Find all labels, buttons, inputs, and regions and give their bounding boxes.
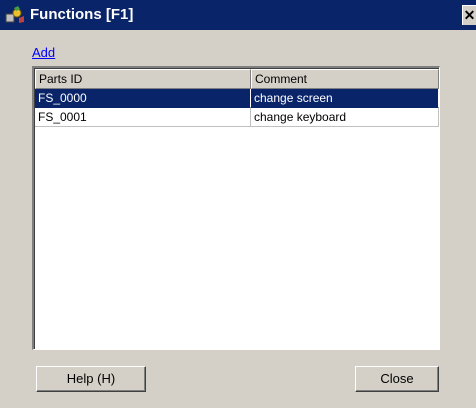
help-button[interactable]: Help (H) (36, 366, 146, 392)
functions-app-icon (4, 5, 26, 25)
table-row[interactable]: FS_0001 change keyboard (35, 108, 439, 127)
title-close-button[interactable]: ✕ (462, 5, 476, 25)
close-button[interactable]: Close (355, 366, 439, 392)
comment-cell: change keyboard (251, 108, 439, 127)
column-header-parts-id[interactable]: Parts ID (35, 69, 251, 89)
table-row[interactable]: FS_0000 change screen (35, 89, 439, 108)
add-link[interactable]: Add (32, 45, 55, 60)
functions-list[interactable]: Parts ID Comment FS_0000 change screen F… (32, 66, 440, 350)
window-title: Functions [F1] (30, 6, 134, 23)
comment-cell: change screen (251, 89, 439, 108)
column-header-comment[interactable]: Comment (251, 69, 439, 89)
parts-id-cell: FS_0001 (35, 108, 251, 127)
title-bar[interactable]: Functions [F1] ✕ (0, 0, 476, 30)
list-header: Parts ID Comment (35, 69, 439, 89)
functions-dialog: Functions [F1] ✕ Add Parts ID Comment FS… (0, 0, 476, 408)
close-icon: ✕ (463, 7, 476, 23)
parts-id-cell: FS_0000 (35, 89, 251, 108)
